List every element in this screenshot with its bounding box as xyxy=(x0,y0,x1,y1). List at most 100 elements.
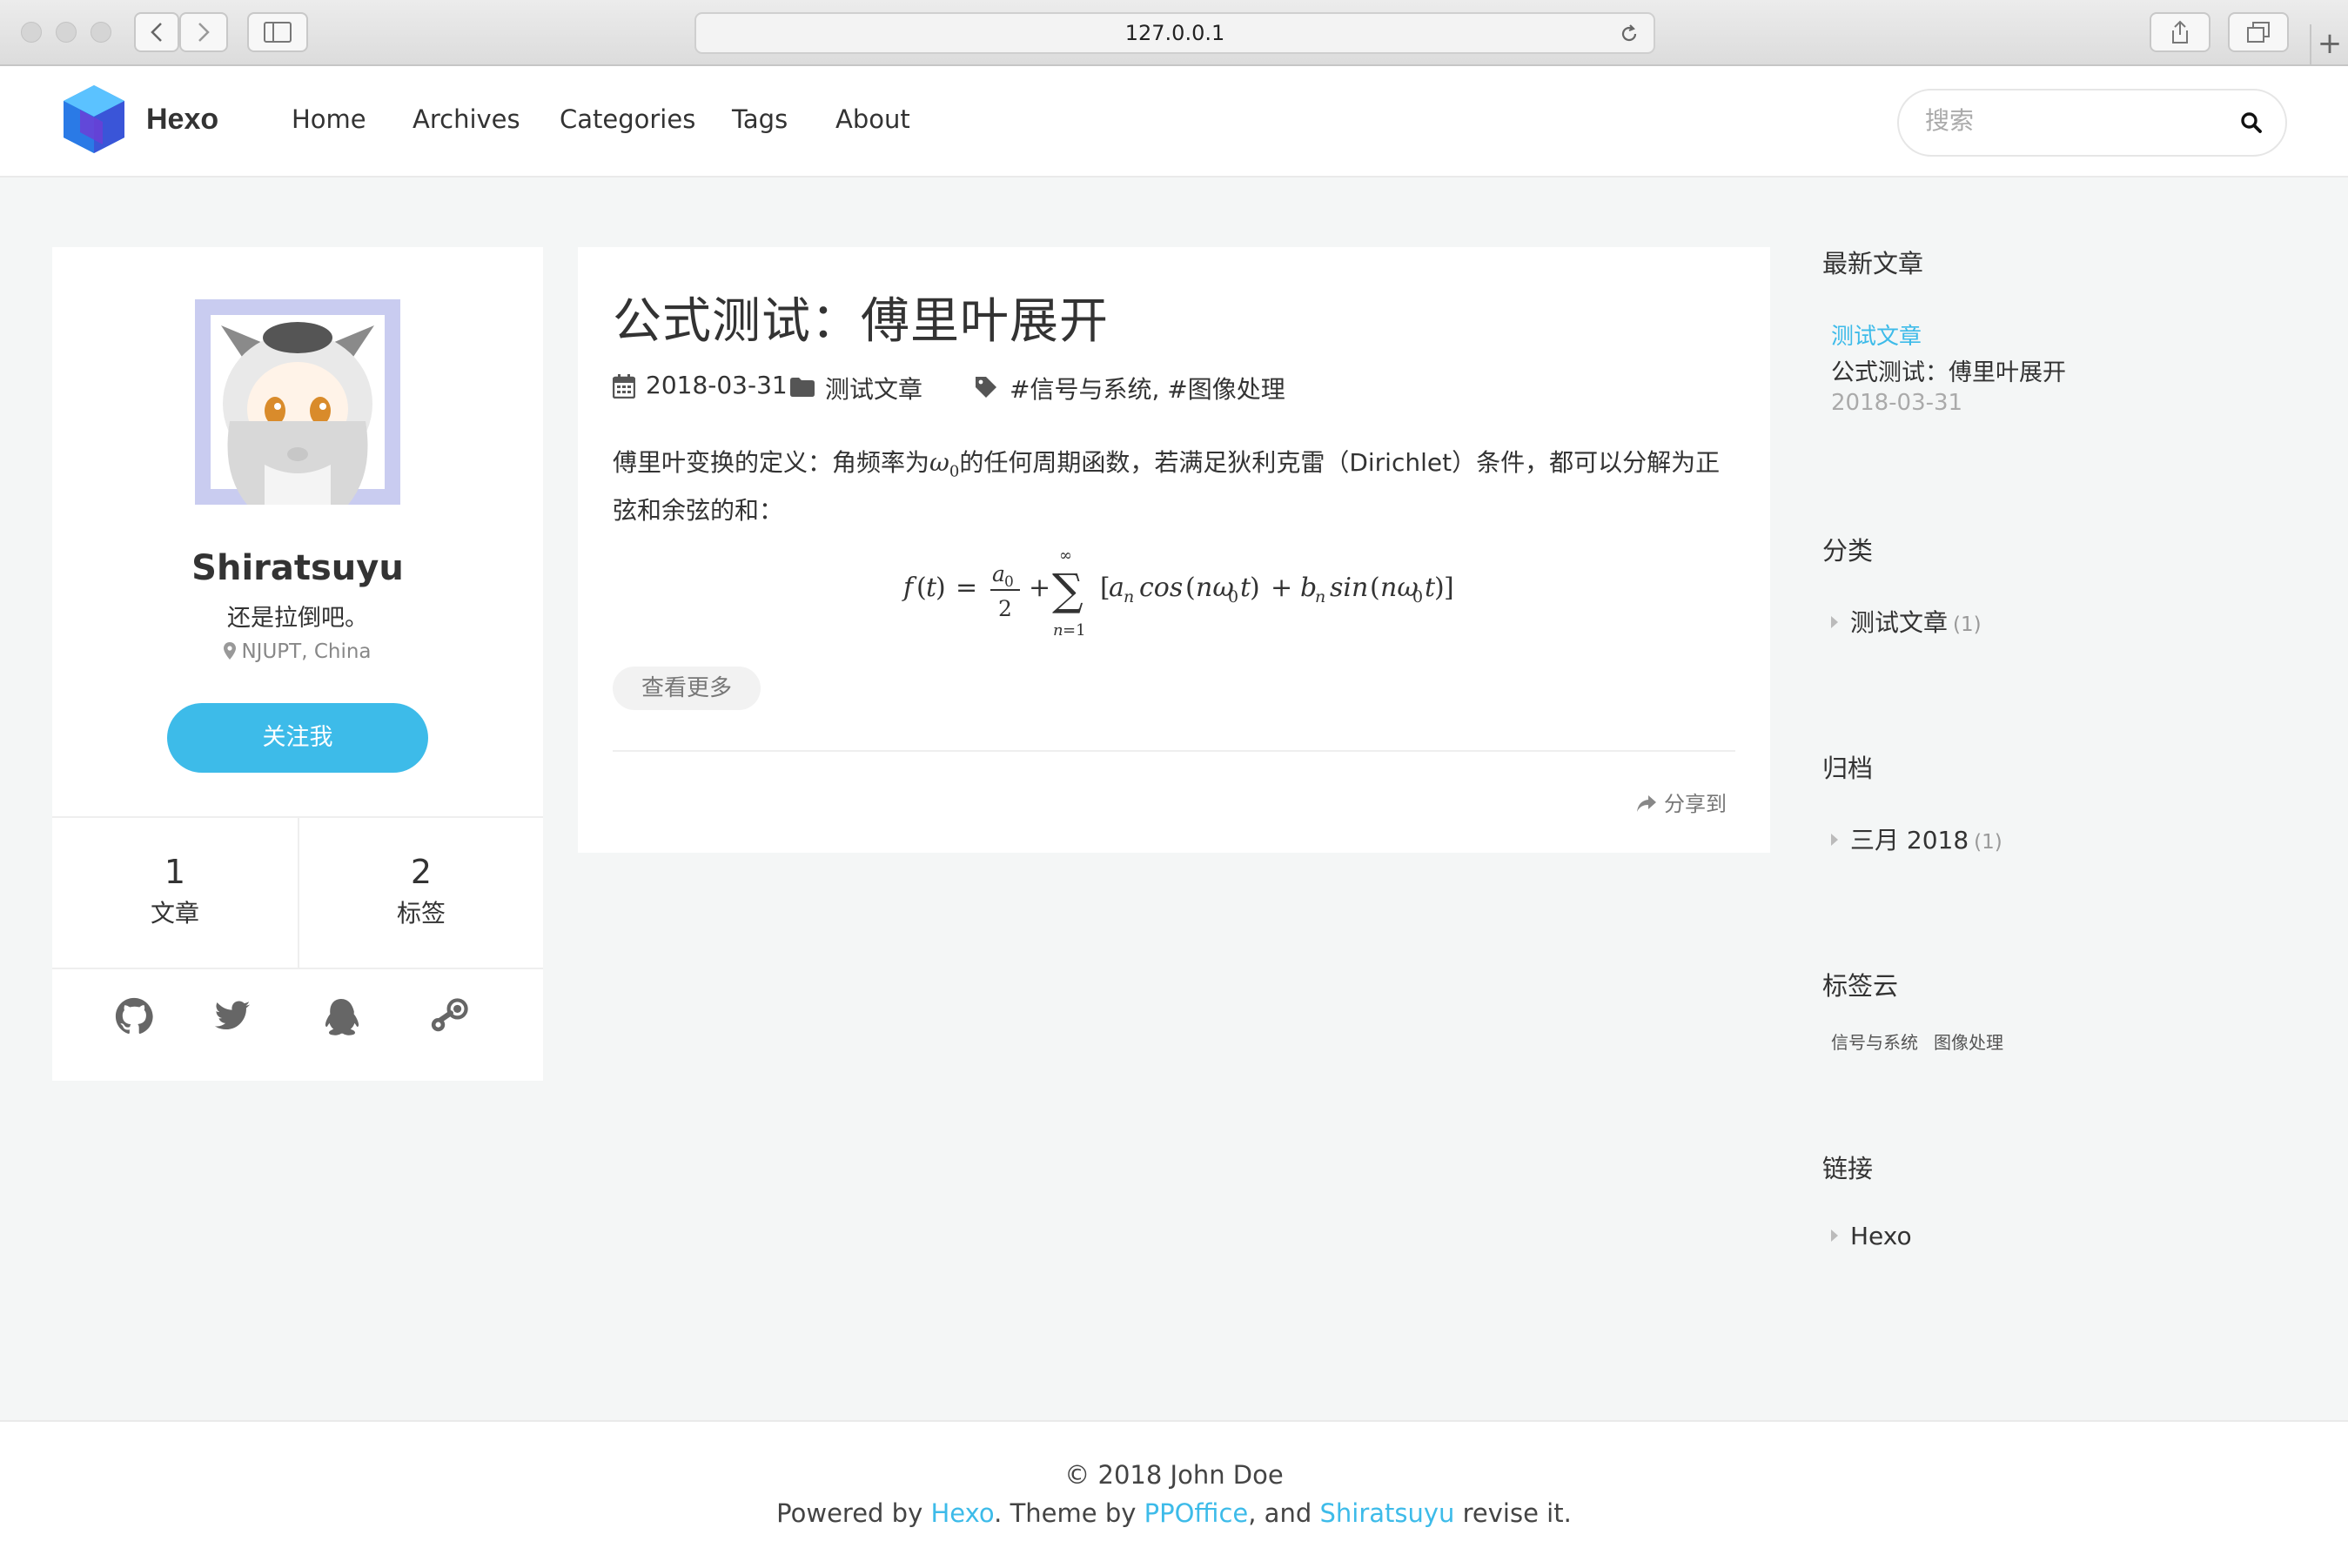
footer-copyright: © 2018 John Doe xyxy=(1064,1460,1284,1490)
recent-post-category[interactable]: 测试文章 xyxy=(1831,318,1922,351)
stat-posts[interactable]: 1 文章 xyxy=(52,818,298,968)
stat-posts-label: 文章 xyxy=(150,899,199,928)
avatar[interactable] xyxy=(195,299,400,505)
steam-icon[interactable] xyxy=(428,997,470,1037)
svg-text:0: 0 xyxy=(1004,573,1014,591)
share-arrow-icon xyxy=(1637,795,1656,812)
fourier-series-formula: f ( t ) = a 0 2 + ∞ ∑ n =1 [ a n cos ( n… xyxy=(902,546,1454,640)
svg-text:f: f xyxy=(902,573,917,603)
nav-categories[interactable]: Categories xyxy=(560,104,695,134)
address-bar[interactable]: 127.0.0.1 xyxy=(694,12,1655,54)
twitter-icon[interactable] xyxy=(212,997,252,1035)
nav-tags[interactable]: Tags xyxy=(732,104,788,134)
footer-and-text: , and xyxy=(1248,1498,1320,1528)
svg-text:0: 0 xyxy=(1412,587,1423,606)
tag-cloud: 信号与系统 图像处理 xyxy=(1831,1029,2003,1054)
article-card: 公式测试：傅里叶展开 2018-03-31 测试文章 #信号与系统, #图像处理… xyxy=(578,247,1770,853)
minimize-window-button[interactable] xyxy=(56,22,77,43)
svg-text:2: 2 xyxy=(998,596,1012,621)
new-tab-button[interactable]: + xyxy=(2310,24,2348,66)
tag-cloud-item[interactable]: 图像处理 xyxy=(1934,1032,2003,1053)
svg-text:=1: =1 xyxy=(1063,621,1086,640)
profile-location: NJUPT, China xyxy=(52,640,543,663)
site-footer: © 2018 John Doe Powered by Hexo. Theme b… xyxy=(0,1420,2348,1568)
nav-archives[interactable]: Archives xyxy=(413,104,520,134)
svg-text:n: n xyxy=(1124,587,1134,606)
article-title[interactable]: 公式测试：傅里叶展开 xyxy=(613,282,1109,352)
recent-post-title[interactable]: 公式测试：傅里叶展开 xyxy=(1831,353,2066,387)
reload-icon[interactable] xyxy=(1619,23,1640,44)
link-item-label: Hexo xyxy=(1850,1222,1912,1250)
svg-text:∑: ∑ xyxy=(1052,565,1083,615)
svg-text:cos: cos xyxy=(1139,573,1183,603)
svg-text:+: + xyxy=(1029,573,1050,603)
svg-text:sin: sin xyxy=(1330,573,1368,603)
footer-credits: Powered by Hexo. Theme by PPOffice, and … xyxy=(0,1498,2348,1528)
excerpt-text-start: 傅里叶变换的定义：角频率为 xyxy=(613,448,930,477)
social-links xyxy=(52,997,543,1049)
address-text: 127.0.0.1 xyxy=(1124,21,1225,45)
caret-right-icon xyxy=(1831,834,1838,846)
zoom-window-button[interactable] xyxy=(91,22,111,43)
profile-bio: 还是拉倒吧。 xyxy=(227,605,368,632)
article-tags[interactable]: #信号与系统, #图像处理 xyxy=(1010,371,1285,405)
svg-text:n: n xyxy=(1315,587,1325,606)
follow-button[interactable]: 关注我 xyxy=(167,703,428,773)
share-button[interactable] xyxy=(2150,12,2210,52)
profile-stats: 1 文章 2 标签 xyxy=(52,816,543,969)
hexo-logo-icon[interactable] xyxy=(61,84,127,155)
sidebar-toggle-button[interactable] xyxy=(247,12,308,52)
stat-tags-label: 标签 xyxy=(396,899,446,928)
stat-tags-count: 2 xyxy=(410,853,433,891)
tabs-overview-button[interactable] xyxy=(2228,12,2289,52)
recent-posts-heading: 最新文章 xyxy=(1822,249,1924,278)
stat-tags[interactable]: 2 标签 xyxy=(298,818,543,968)
tag-cloud-heading: 标签云 xyxy=(1822,971,1899,1001)
svg-text:n: n xyxy=(1053,621,1063,640)
nav-about[interactable]: About xyxy=(835,104,910,134)
svg-text:a: a xyxy=(1109,573,1124,603)
link-item-hexo[interactable]: Hexo xyxy=(1831,1222,1912,1250)
footer-hexo-link[interactable]: Hexo xyxy=(930,1498,994,1528)
categories-heading: 分类 xyxy=(1822,536,1874,566)
footer-theme-link[interactable]: PPOffice xyxy=(1144,1498,1249,1528)
archive-item[interactable]: 三月 2018 (1) xyxy=(1831,821,2003,856)
chevron-right-icon xyxy=(198,23,210,42)
share-link[interactable]: 分享到 xyxy=(1636,787,1727,817)
forward-button[interactable] xyxy=(179,12,228,52)
tag-icon xyxy=(976,377,996,398)
tag-cloud-item[interactable]: 信号与系统 xyxy=(1831,1032,1918,1053)
archive-item-count: (1) xyxy=(1974,831,2003,854)
chevron-left-icon xyxy=(151,23,162,42)
category-item[interactable]: 测试文章 (1) xyxy=(1831,604,1982,639)
archives-heading: 归档 xyxy=(1822,754,1874,783)
svg-text:a: a xyxy=(992,561,1005,586)
svg-text:0: 0 xyxy=(1228,587,1238,606)
close-window-button[interactable] xyxy=(21,22,42,43)
site-navbar: Hexo Home Archives Categories Tags About xyxy=(0,66,2348,178)
omega-symbol: ω0 xyxy=(929,448,959,481)
tabs-icon xyxy=(2247,22,2270,43)
search-icon[interactable] xyxy=(2240,111,2263,134)
search-box xyxy=(1897,89,2287,157)
article-category[interactable]: 测试文章 xyxy=(825,371,922,405)
sidebar-icon xyxy=(264,22,292,43)
svg-text:): ) xyxy=(936,573,946,603)
github-icon[interactable] xyxy=(115,997,153,1035)
svg-text:(: ( xyxy=(1185,573,1196,603)
article-date[interactable]: 2018-03-31 xyxy=(646,371,788,399)
search-input[interactable] xyxy=(1925,106,2221,135)
read-more-button[interactable]: 查看更多 xyxy=(613,667,761,710)
footer-author-link[interactable]: Shiratsuyu xyxy=(1319,1498,1454,1528)
nav-home[interactable]: Home xyxy=(292,104,366,134)
map-marker-icon xyxy=(224,642,237,660)
profile-name: Shiratsuyu xyxy=(191,548,404,588)
article-divider xyxy=(613,750,1735,752)
svg-text:∞: ∞ xyxy=(1059,546,1072,565)
browser-toolbar: 127.0.0.1 + xyxy=(0,0,2348,66)
back-button[interactable] xyxy=(134,12,179,52)
footer-theme-prefix: . Theme by xyxy=(994,1498,1144,1528)
qq-icon[interactable] xyxy=(320,997,362,1041)
site-brand[interactable]: Hexo xyxy=(146,103,218,137)
recent-post-date: 2018-03-31 xyxy=(1831,390,1963,416)
